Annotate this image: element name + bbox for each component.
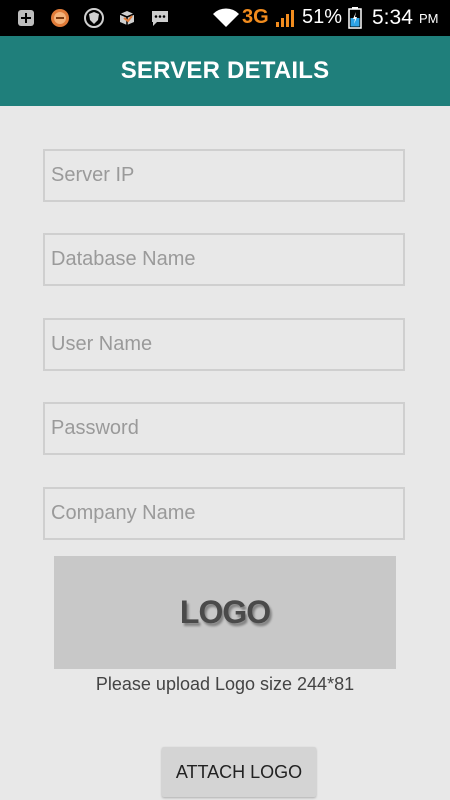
company-name-field[interactable]: [43, 487, 405, 540]
logo-placeholder-text: LOGO: [179, 594, 271, 630]
chat-icon: [150, 8, 170, 28]
add-icon: [16, 8, 36, 28]
server-ip-input[interactable]: [45, 151, 403, 200]
password-input[interactable]: [45, 404, 403, 453]
signal-icon: [275, 8, 297, 28]
battery-percent-label: 51%: [302, 6, 343, 28]
server-ip-field[interactable]: [43, 149, 405, 202]
attach-logo-button[interactable]: ATTACH LOGO: [162, 747, 316, 797]
shield-icon: [84, 8, 104, 28]
user-name-field[interactable]: [43, 318, 405, 371]
status-bar: 3G 51% 5:34 PM: [0, 0, 450, 36]
app-bar: SERVER DETAILS: [0, 36, 450, 106]
user-name-input[interactable]: [45, 320, 403, 369]
ram-icon: [50, 8, 70, 28]
company-name-input[interactable]: [45, 489, 403, 538]
logo-size-hint: Please upload Logo size 244*81: [95, 674, 355, 694]
box-icon: [117, 8, 137, 28]
page-title: SERVER DETAILS: [120, 57, 330, 84]
network-type-label: 3G: [242, 6, 269, 28]
logo-preview: LOGO: [54, 556, 396, 669]
database-name-field[interactable]: [43, 233, 405, 286]
clock-suffix: PM: [419, 11, 439, 26]
wifi-icon: [212, 8, 240, 28]
password-field[interactable]: [43, 402, 405, 455]
database-name-input[interactable]: [45, 235, 403, 284]
clock-time: 5:34: [372, 6, 413, 29]
battery-icon: [348, 7, 362, 29]
